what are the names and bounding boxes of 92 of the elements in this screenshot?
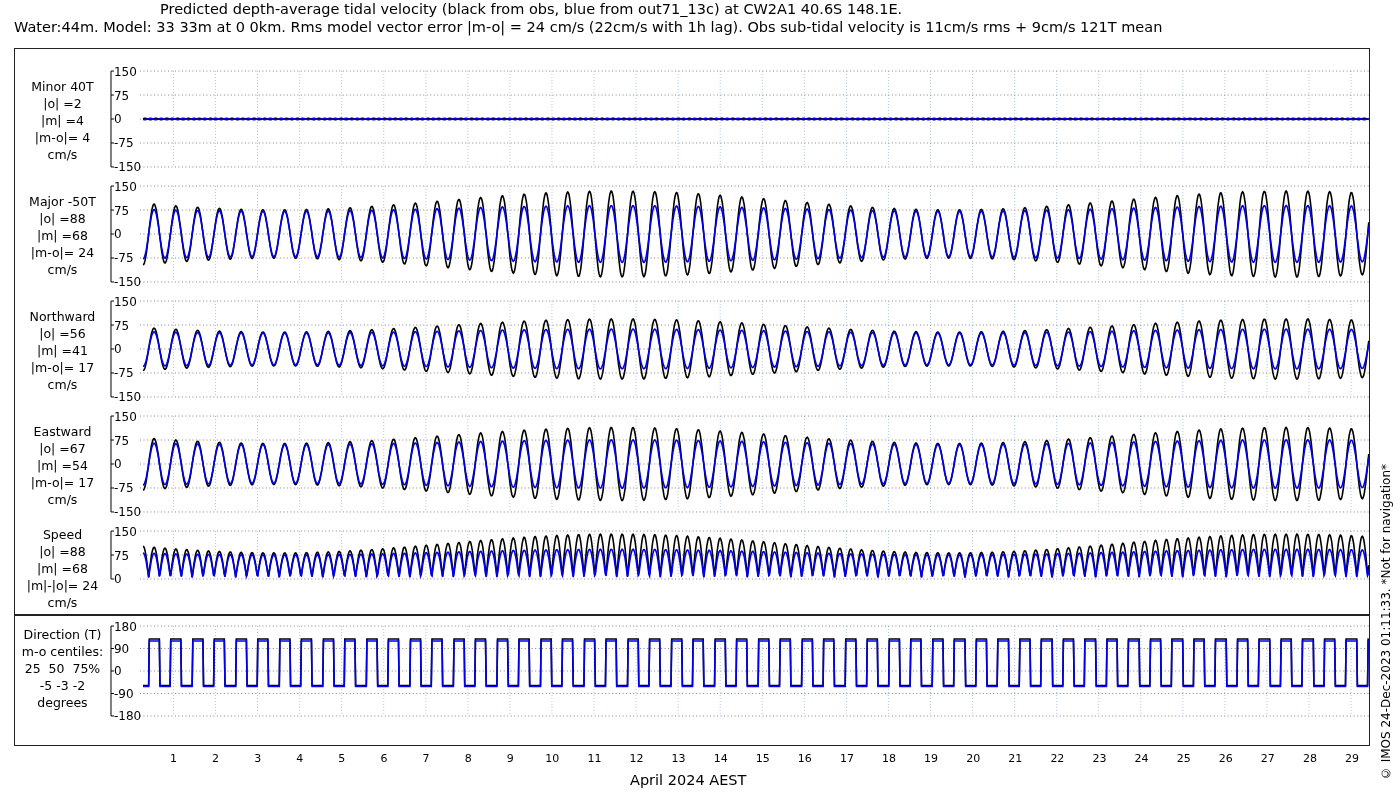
y-tick-label: -75	[113, 251, 134, 266]
x-tick-label: 15	[755, 752, 770, 765]
x-tick-label: 24	[1134, 752, 1149, 765]
x-tick-label: 10	[545, 752, 560, 765]
panel-label: |m-o|= 17	[30, 359, 95, 376]
panel-label: |m-o|= 17	[30, 474, 95, 491]
x-tick-label: 23	[1092, 752, 1107, 765]
y-tick-label: 75	[113, 318, 130, 333]
panel-label: m-o centiles:	[21, 643, 104, 660]
x-tick-label: 28	[1302, 752, 1317, 765]
x-tick-label: 2	[212, 752, 220, 765]
x-tick-label: 7	[422, 752, 430, 765]
panel-label: |m-o|= 24	[30, 244, 95, 261]
panel-label: |m|-|o|= 24	[26, 577, 99, 594]
x-tick-label: 19	[924, 752, 939, 765]
x-tick-label: 5	[338, 752, 346, 765]
x-tick-label: 12	[629, 752, 644, 765]
panel-label: Eastward	[33, 423, 92, 440]
panel-label: |m| =54	[37, 457, 88, 474]
x-tick-label: 18	[882, 752, 897, 765]
y-tick-label: 150	[113, 409, 137, 424]
panel-label: cm/s	[47, 146, 78, 163]
x-tick-label: 8	[464, 752, 472, 765]
panel-label: degrees	[37, 694, 88, 711]
y-tick-label: -75	[113, 366, 134, 381]
y-tick-label: 0	[113, 457, 122, 472]
y-tick-label: -150	[113, 390, 142, 405]
y-tick-label: 150	[113, 64, 137, 79]
panel-label: cm/s	[47, 594, 78, 611]
x-tick-label: 21	[1008, 752, 1023, 765]
x-tick-label: 6	[380, 752, 388, 765]
panel-label: |m| =41	[37, 342, 88, 359]
y-tick-label: -150	[113, 160, 142, 175]
x-tick-label: 17	[839, 752, 854, 765]
x-tick-label: 16	[797, 752, 812, 765]
y-axis-line	[110, 530, 115, 580]
y-tick-label: 75	[113, 88, 130, 103]
x-tick-label: 22	[1050, 752, 1065, 765]
panel-label: cm/s	[47, 376, 78, 393]
x-tick-label: 3	[254, 752, 262, 765]
x-tick-label: 13	[671, 752, 686, 765]
y-tick-label: -150	[113, 275, 142, 290]
y-tick-label: -75	[113, 136, 134, 151]
y-tick-label: 75	[113, 548, 130, 563]
x-tick-label: 20	[966, 752, 981, 765]
y-tick-label: -150	[113, 505, 142, 520]
panel-label: |m| =68	[37, 560, 88, 577]
y-tick-label: -75	[113, 481, 134, 496]
y-tick-label: 150	[113, 524, 137, 539]
y-tick-label: 150	[113, 294, 137, 309]
panel-label: |m| =68	[37, 227, 88, 244]
x-tick-label: 9	[506, 752, 514, 765]
y-tick-label: -90	[113, 687, 134, 701]
y-tick-label: 0	[113, 227, 122, 242]
panel-label: |o| =2	[43, 95, 82, 112]
x-tick-label: 11	[587, 752, 602, 765]
x-tick-label: 25	[1176, 752, 1191, 765]
x-tick-label: 27	[1260, 752, 1275, 765]
y-tick-label: 75	[113, 203, 130, 218]
x-tick-label: 14	[713, 752, 728, 765]
y-tick-label: 0	[113, 664, 122, 679]
y-tick-label: -180	[113, 709, 142, 721]
x-tick-label: 26	[1218, 752, 1233, 765]
panel-label: |m-o|= 4	[34, 129, 91, 146]
panel-label: cm/s	[47, 261, 78, 278]
panel-label: Major -50T	[29, 193, 96, 210]
panel-label: |o| =56	[39, 325, 86, 342]
panel-label: Minor 40T	[31, 78, 94, 95]
panel-label: -5 -3 -2	[39, 677, 86, 694]
panel-label: |o| =88	[39, 543, 86, 560]
panel-label: cm/s	[47, 491, 78, 508]
panel-label: |m| =4	[40, 112, 84, 129]
panel-label: 25 50 75%	[24, 660, 101, 677]
panel-label: |o| =88	[39, 210, 86, 227]
panel-label: Northward	[29, 308, 96, 325]
y-tick-label: 75	[113, 433, 130, 448]
y-tick-label: 180	[113, 619, 137, 634]
x-tick-label: 4	[296, 752, 304, 765]
panel-label: |o| =67	[39, 440, 86, 457]
chart-subtitle: Water:44m. Model: 33 33m at 0 0km. Rms model vector error |m-o| = 24 cm/s (22cm/s with 1h lag). Obs sub-tidal velocity is 11cm/s rms + 9cm/s 121T mean	[14, 18, 1164, 36]
x-tick-label: 1	[170, 752, 177, 765]
x-axis-label: April 2024 AEST	[630, 772, 748, 788]
footer-note: © IMOS 24-Dec-2023 01:11:33. *Not for navigation*	[1379, 463, 1393, 780]
x-tick-label: 29	[1345, 752, 1359, 765]
y-tick-label: 90	[113, 642, 130, 656]
panel-label: Speed	[42, 526, 83, 543]
chart-title: Predicted depth-average tidal velocity (black from obs, blue from out71_13c) at CW2A1 40.6S 148.1E.	[160, 0, 904, 18]
y-tick-label: 0	[113, 112, 122, 127]
y-tick-label: 0	[113, 572, 122, 587]
y-tick-label: 0	[113, 342, 122, 357]
panel-label: Direction (T)	[23, 626, 102, 643]
y-tick-label: 150	[113, 179, 137, 194]
